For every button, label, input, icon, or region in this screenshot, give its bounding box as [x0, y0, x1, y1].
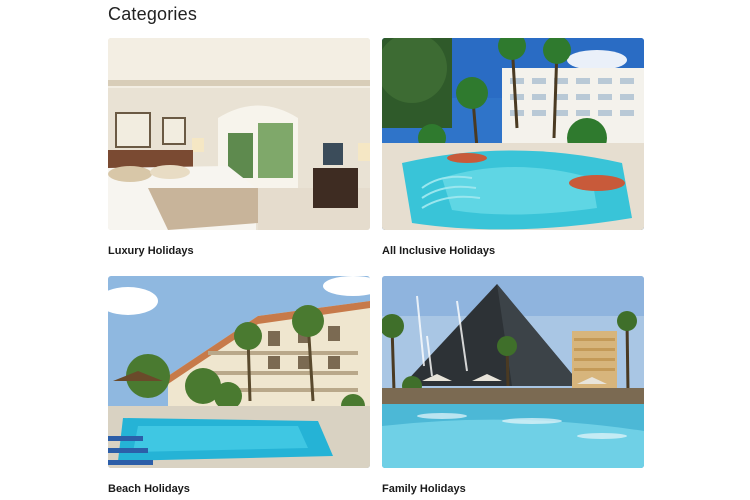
page-title: Categories: [108, 4, 198, 24]
category-image-family[interactable]: [382, 276, 644, 468]
category-label[interactable]: Family Holidays: [382, 483, 466, 495]
category-image-luxury[interactable]: [108, 38, 370, 230]
category-card-family[interactable]: Family Holidays: [382, 276, 644, 495]
category-card-all-inclusive[interactable]: All Inclusive Holidays: [382, 38, 644, 257]
category-label[interactable]: All Inclusive Holidays: [382, 245, 495, 257]
category-card-beach[interactable]: Beach Holidays: [108, 276, 370, 495]
category-label[interactable]: Luxury Holidays: [108, 245, 194, 257]
resort-pool-photo: [382, 38, 644, 230]
category-image-beach[interactable]: [108, 276, 370, 468]
pyramid-hotel-pool-photo: [382, 276, 644, 468]
beach-hotel-pool-photo: [108, 276, 370, 468]
category-label[interactable]: Beach Holidays: [108, 483, 190, 495]
category-card-luxury[interactable]: Luxury Holidays: [108, 38, 370, 257]
category-image-all-inclusive[interactable]: [382, 38, 644, 230]
luxury-bedroom-photo: [108, 38, 370, 230]
